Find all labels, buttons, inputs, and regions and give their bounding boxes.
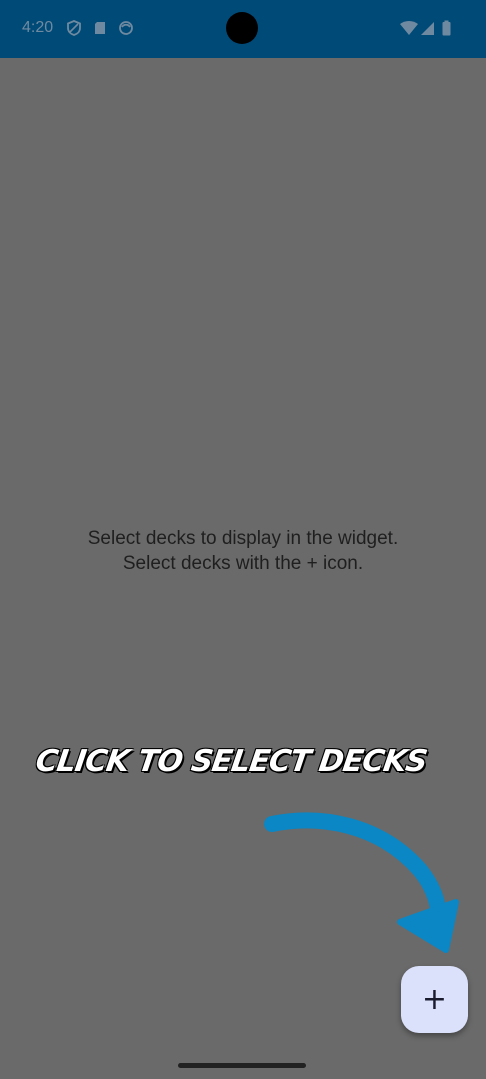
status-time: 4:20	[22, 19, 54, 36]
face-icon	[118, 20, 134, 36]
plus-icon: +	[421, 982, 448, 1017]
battery-icon	[441, 20, 453, 36]
empty-state-line-2: Select decks with the + icon.	[122, 553, 364, 574]
shield-icon	[66, 20, 82, 36]
wifi-icon	[399, 20, 419, 36]
screen: 4:20 Select decks to display in the widg…	[0, 0, 486, 1079]
sd-card-icon	[92, 20, 108, 36]
status-bar: 4:20	[0, 0, 486, 58]
add-deck-button[interactable]: +	[401, 966, 468, 1033]
gesture-nav-handle[interactable]	[178, 1063, 306, 1068]
arrow-icon	[264, 812, 459, 953]
empty-state-line-1: Select decks to display in the widget.	[87, 528, 399, 549]
annotation-label: CLICK TO SELECT DECKS	[33, 744, 429, 779]
signal-icon	[420, 20, 436, 36]
empty-state-message: Select decks to display in the widget. S…	[0, 526, 486, 576]
camera-cutout	[226, 12, 258, 44]
